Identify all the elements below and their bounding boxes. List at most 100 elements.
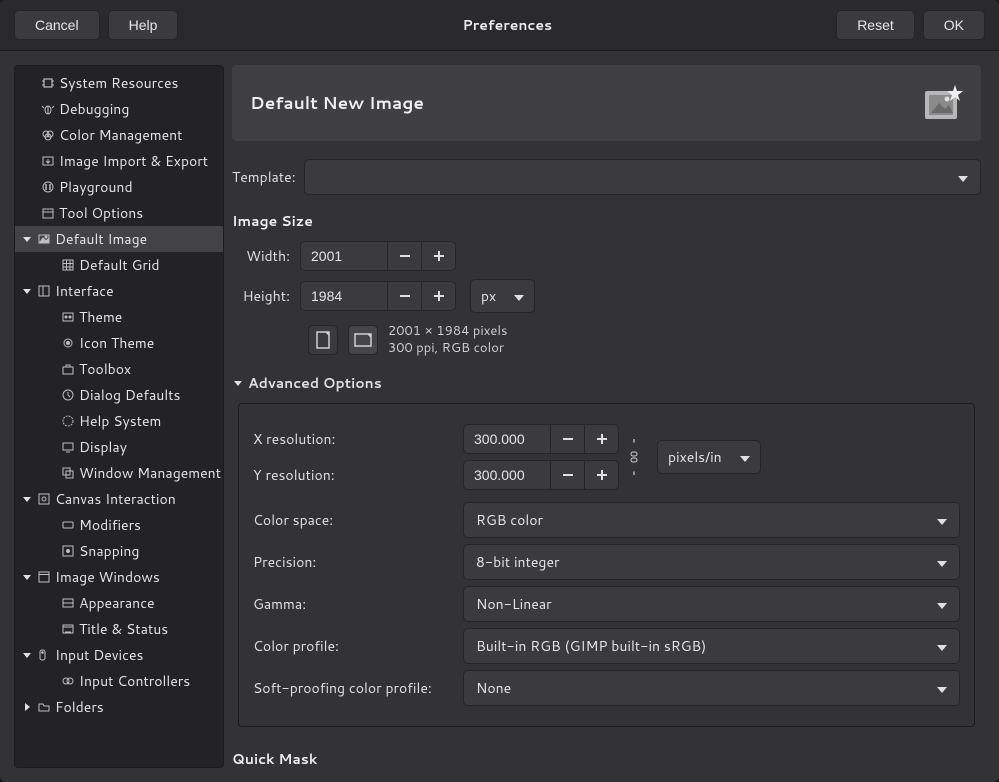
sidebar-item-title-status[interactable]: Title & Status (15, 616, 223, 642)
template-combo[interactable] (304, 159, 981, 195)
sidebar-item-label: Image Windows (55, 567, 160, 587)
sidebar-item-system-resources[interactable]: System Resources (15, 70, 223, 96)
page-header: Default New Image (232, 65, 981, 141)
expander-icon (21, 649, 33, 661)
sidebar-item-default-image[interactable]: Default Image (15, 226, 223, 252)
sidebar-item-label: Input Controllers (79, 671, 190, 691)
sidebar-item-playground[interactable]: Playground (15, 174, 223, 200)
dialog-icon (61, 388, 75, 402)
grid-icon (61, 258, 75, 272)
xres-increment-button[interactable] (585, 424, 619, 454)
width-input[interactable] (300, 241, 388, 271)
sidebar-item-label: Input Devices (55, 645, 143, 665)
resolution-unit-combo[interactable]: pixels/in (657, 440, 761, 474)
sidebar-item-debugging[interactable]: Debugging (15, 96, 223, 122)
sidebar-item-dialog-defaults[interactable]: Dialog Defaults (15, 382, 223, 408)
xres-input[interactable] (463, 424, 551, 454)
portrait-button[interactable] (308, 325, 338, 355)
modifiers-icon (61, 518, 75, 532)
sidebar-item-folders[interactable]: Folders (15, 694, 223, 720)
soft-proof-combo[interactable]: None (463, 670, 960, 706)
sidebar-item-label: Playground (59, 177, 133, 197)
imgwin-icon (37, 570, 51, 584)
sidebar-item-input-devices[interactable]: Input Devices (15, 642, 223, 668)
help-icon (61, 414, 75, 428)
sidebar-item-display[interactable]: Display (15, 434, 223, 460)
sidebar-item-label: Dialog Defaults (79, 385, 180, 405)
color-space-combo[interactable]: RGB color (463, 502, 960, 538)
display-icon (61, 440, 75, 454)
landscape-button[interactable] (348, 325, 378, 355)
sidebar-item-image-import-export[interactable]: Image Import & Export (15, 148, 223, 174)
theme-icon (61, 310, 75, 324)
sidebar-item-label: System Resources (59, 73, 178, 93)
sidebar-item-window-management[interactable]: Window Management (15, 460, 223, 486)
color-profile-combo[interactable]: Built-in RGB (GIMP built-in sRGB) (463, 628, 960, 664)
sidebar-item-icon-theme[interactable]: Icon Theme (15, 330, 223, 356)
yres-decrement-button[interactable] (551, 460, 585, 490)
gamma-combo[interactable]: Non-Linear (463, 586, 960, 622)
toolbox-icon (61, 362, 75, 376)
sidebar-item-label: Theme (79, 307, 122, 327)
canvas-icon (37, 492, 51, 506)
bug-icon (41, 102, 55, 116)
width-decrement-button[interactable] (388, 241, 422, 271)
controller-icon (61, 674, 75, 688)
color-profile-label: Color profile: (253, 636, 463, 656)
yres-increment-button[interactable] (585, 460, 619, 490)
sidebar-item-appearance[interactable]: Appearance (15, 590, 223, 616)
height-label: Height: (232, 286, 290, 306)
expander-icon (21, 233, 33, 245)
expander-icon (21, 285, 33, 297)
width-increment-button[interactable] (422, 241, 456, 271)
quick-mask-heading: Quick Mask (232, 749, 981, 768)
sidebar-item-label: Canvas Interaction (55, 489, 176, 509)
ok-button[interactable]: OK (923, 10, 985, 40)
xres-label: X resolution: (253, 429, 463, 449)
sidebar-item-theme[interactable]: Theme (15, 304, 223, 330)
sidebar-item-label: Snapping (79, 541, 139, 561)
chevron-down-icon (937, 636, 947, 656)
icontheme-icon (61, 336, 75, 350)
sidebar-item-modifiers[interactable]: Modifiers (15, 512, 223, 538)
height-decrement-button[interactable] (388, 281, 422, 311)
preferences-tree[interactable]: System Resources Debugging Color Managemen… (14, 65, 224, 768)
height-increment-button[interactable] (422, 281, 456, 311)
reset-button[interactable]: Reset (836, 10, 915, 40)
sidebar-item-label: Toolbox (79, 359, 131, 379)
sidebar-item-label: Debugging (59, 99, 129, 119)
chevron-down-icon (937, 510, 947, 530)
sidebar-item-default-grid[interactable]: Default Grid (15, 252, 223, 278)
height-input[interactable] (300, 281, 388, 311)
sidebar-item-tool-options[interactable]: Tool Options (15, 200, 223, 226)
preferences-page: Default New Image Template: Image Size W… (232, 65, 985, 768)
color-space-label: Color space: (253, 510, 463, 530)
sidebar-item-snapping[interactable]: Snapping (15, 538, 223, 564)
sidebar-item-help-system[interactable]: Help System (15, 408, 223, 434)
cancel-button[interactable]: Cancel (14, 10, 100, 40)
sidebar-item-canvas-interaction[interactable]: Canvas Interaction (15, 486, 223, 512)
advanced-options-expander[interactable]: Advanced Options (232, 373, 981, 393)
yres-input[interactable] (463, 460, 551, 490)
window-title: Preferences (178, 15, 836, 35)
sidebar-item-interface[interactable]: Interface (15, 278, 223, 304)
sidebar-item-label: Icon Theme (79, 333, 154, 353)
chevron-down-icon (514, 286, 524, 306)
size-unit-combo[interactable]: px (470, 279, 535, 313)
sidebar-item-color-management[interactable]: Color Management (15, 122, 223, 148)
expander-icon (21, 493, 33, 505)
precision-combo[interactable]: 8-bit integer (463, 544, 960, 580)
sidebar-item-label: Interface (55, 281, 114, 301)
expander-icon (21, 571, 33, 583)
help-button[interactable]: Help (108, 10, 179, 40)
resolution-chain-link-icon[interactable] (625, 422, 643, 492)
sidebar-item-label: Default Image (55, 229, 147, 249)
folder-icon (37, 700, 51, 714)
sidebar-item-toolbox[interactable]: Toolbox (15, 356, 223, 382)
xres-decrement-button[interactable] (551, 424, 585, 454)
sidebar-item-image-windows[interactable]: Image Windows (15, 564, 223, 590)
sidebar-item-input-controllers[interactable]: Input Controllers (15, 668, 223, 694)
sidebar-item-label: Color Management (59, 125, 182, 145)
chevron-down-icon (937, 678, 947, 698)
titlebar: Cancel Help Preferences Reset OK (0, 0, 999, 51)
